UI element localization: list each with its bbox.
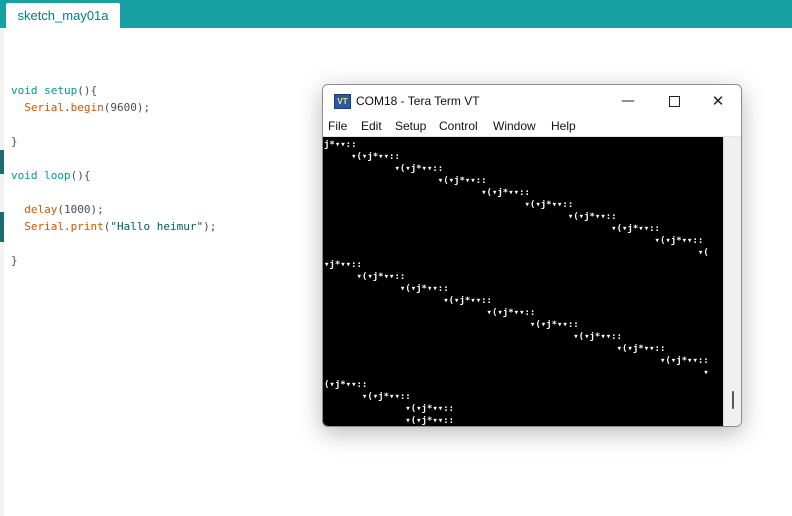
terminal-line: ▾(▾j*▾▾:: <box>324 200 574 210</box>
terminal-line: ▾j*▾▾:: <box>324 260 362 270</box>
code-token: setup <box>44 84 78 97</box>
ide-tab-bar: sketch_may01a <box>0 0 792 28</box>
code-token: (){ <box>77 84 98 97</box>
menu-setup[interactable]: Setup <box>395 117 426 136</box>
close-icon: ✕ <box>711 92 725 110</box>
terminal-line: ▾(▾j*▾▾:: <box>324 236 704 246</box>
terminal-line: ▾(▾j*▾▾:: <box>324 356 709 366</box>
menu-file[interactable]: File <box>328 117 347 136</box>
code-token: } <box>11 254 18 267</box>
scrollbar-thumb[interactable] <box>732 391 734 409</box>
terminal-line: ▾ <box>324 368 709 378</box>
terminal-line: ▾(▾j*▾▾:: <box>324 320 579 330</box>
code-token: "Hallo heimur" <box>110 220 204 233</box>
terminal-line: ▾(▾j*▾▾:: <box>324 392 411 402</box>
code-token: print <box>70 220 104 233</box>
terminal-line: ▾(▾j*▾▾:: <box>324 284 449 294</box>
code-token: loop <box>44 169 71 182</box>
ide-side-marker <box>0 212 4 242</box>
code-token: begin <box>70 101 104 114</box>
code-token: Serial <box>24 220 64 233</box>
terminal-line: (▾j*▾▾:: <box>324 380 368 390</box>
minimize-button[interactable]: — <box>605 85 651 117</box>
terminal-line: ▾(▾j*▾▾:: <box>324 404 455 414</box>
terminal-line: ▾(▾j*▾▾:: <box>324 272 406 282</box>
terminal-line: ▾(▾j*▾▾:: <box>324 416 455 426</box>
terminal-line: ▾(▾j*▾▾:: <box>324 212 617 222</box>
terminal-line: ▾(▾j*▾▾:: <box>324 344 666 354</box>
terminal-line: ▾(▾j*▾▾:: <box>324 176 487 186</box>
code-line: delay(1000); <box>11 201 216 218</box>
code-editor[interactable]: void setup(){ Serial.begin(9600);} void l… <box>11 82 216 269</box>
terminal-output[interactable]: j*▾▾:: ▾(▾j*▾▾:: ▾(▾j*▾▾:: ▾(▾j*▾▾:: ▾(▾… <box>323 137 723 426</box>
code-line: Serial.print("Hallo heimur"); <box>11 218 216 235</box>
terminal-line: ▾(▾j*▾▾:: <box>324 224 660 234</box>
terminal-line: ▾(▾j*▾▾:: <box>324 296 492 306</box>
code-token: (){ <box>70 169 91 182</box>
close-button[interactable]: ✕ <box>695 85 741 117</box>
code-token: (1000); <box>57 203 104 216</box>
menu-window[interactable]: Window <box>493 117 536 136</box>
code-token: } <box>11 135 18 148</box>
terminal-line: ▾(▾j*▾▾:: <box>324 188 530 198</box>
terminal-line: ▾(▾j*▾▾:: <box>324 164 444 174</box>
code-token: void <box>11 84 38 97</box>
menu-bar: File Edit Setup Control Window Help <box>323 117 741 137</box>
code-token: delay <box>24 203 58 216</box>
terminal-line: j*▾▾:: <box>324 140 357 150</box>
code-token: (9600); <box>103 101 151 114</box>
code-token: Serial <box>24 101 64 114</box>
minimize-icon: — <box>621 93 635 109</box>
code-token: void <box>11 169 38 182</box>
menu-edit[interactable]: Edit <box>361 117 382 136</box>
code-line: void setup(){ <box>11 82 216 99</box>
terminal-line: ▾( <box>324 248 709 258</box>
teraterm-window: VT COM18 - Tera Term VT — ✕ File Edit Setu… <box>322 84 742 427</box>
vertical-scrollbar[interactable] <box>723 137 741 426</box>
code-line: } <box>11 252 216 269</box>
code-token: ); <box>203 220 217 233</box>
terminal-line: ▾(▾j*▾▾:: <box>324 152 400 162</box>
window-title: COM18 - Tera Term VT <box>356 94 480 108</box>
window-titlebar[interactable]: VT COM18 - Tera Term VT — ✕ <box>323 85 741 117</box>
terminal-line: ▾(▾j*▾▾:: <box>324 332 623 342</box>
menu-help[interactable]: Help <box>551 117 576 136</box>
code-line: Serial.begin(9600); <box>11 99 216 116</box>
maximize-icon <box>668 96 680 107</box>
teraterm-logo-icon: VT <box>334 94 351 109</box>
maximize-button[interactable] <box>651 85 697 117</box>
menu-control[interactable]: Control <box>439 117 478 136</box>
code-line: } <box>11 133 216 150</box>
ide-side-strip <box>0 28 4 516</box>
sketch-tab[interactable]: sketch_may01a <box>6 3 120 28</box>
code-token: . <box>64 220 71 233</box>
terminal-line: ▾(▾j*▾▾:: <box>324 308 536 318</box>
code-token: . <box>64 101 71 114</box>
code-line: void loop(){ <box>11 167 216 184</box>
ide-side-marker <box>0 150 4 174</box>
